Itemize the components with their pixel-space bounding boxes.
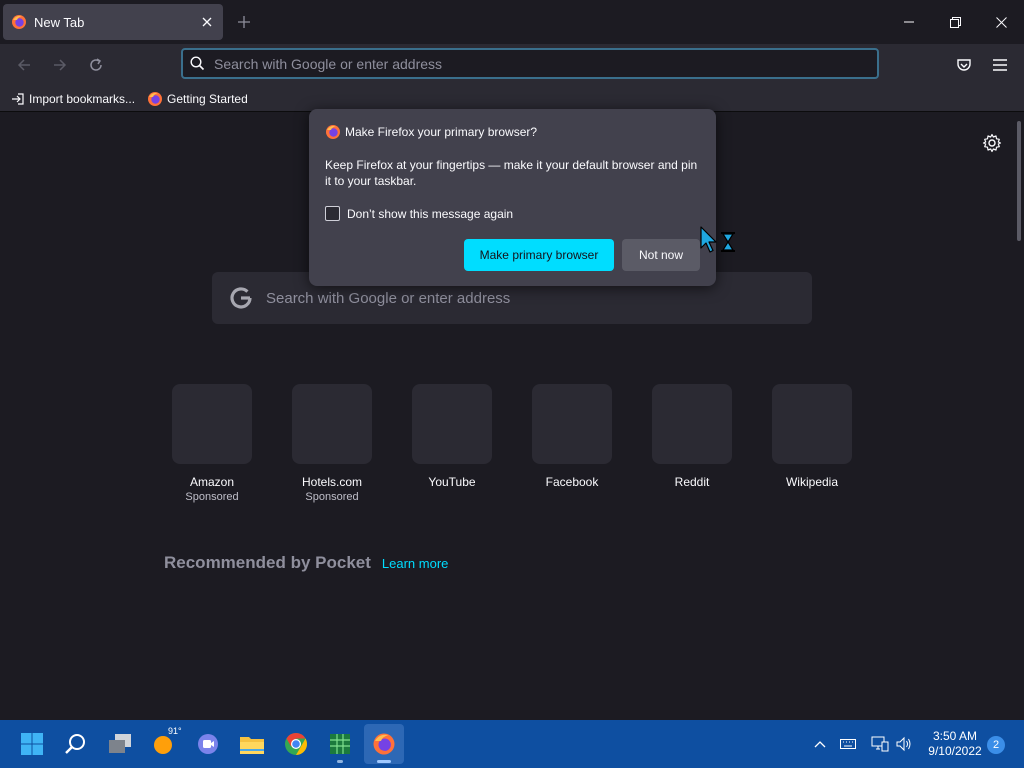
chrome-button[interactable] <box>276 724 316 764</box>
shortcut-tile[interactable] <box>292 384 372 464</box>
reload-icon[interactable] <box>81 50 111 80</box>
weather-temperature: 91° <box>168 726 182 736</box>
busy-cursor-icon <box>699 226 739 256</box>
chevron-up-icon[interactable] <box>810 734 830 754</box>
notification-badge[interactable]: 2 <box>987 736 1005 754</box>
not-now-button[interactable]: Not now <box>622 239 700 271</box>
minimize-icon[interactable] <box>886 4 932 40</box>
file-explorer-button[interactable] <box>232 724 272 764</box>
close-window-icon[interactable] <box>978 4 1024 40</box>
windows-taskbar: 91° 3:50 AM 9/10/2022 2 <box>0 720 1024 768</box>
back-arrow-icon[interactable] <box>9 50 39 80</box>
active-indicator <box>377 760 391 763</box>
menu-hamburger-icon[interactable] <box>985 50 1015 80</box>
system-clock[interactable]: 3:50 AM 9/10/2022 <box>922 729 988 759</box>
address-input[interactable] <box>214 55 814 72</box>
shortcut-name: Facebook <box>545 475 599 489</box>
close-tab-icon[interactable] <box>195 10 219 34</box>
default-browser-dialog: Make Firefox your primary browser? Keep … <box>309 109 716 286</box>
clock-date: 9/10/2022 <box>928 744 982 758</box>
pocket-icon[interactable] <box>949 50 979 80</box>
shortcut-tile[interactable] <box>652 384 732 464</box>
network-icon[interactable] <box>870 734 890 754</box>
bookmark-import[interactable]: Import bookmarks... <box>11 92 135 106</box>
firefox-icon <box>147 91 163 107</box>
dont-show-checkbox[interactable] <box>325 206 340 221</box>
shortcut-name: Reddit <box>674 475 710 489</box>
restore-icon[interactable] <box>932 4 978 40</box>
shortcut-facebook[interactable]: Facebook <box>532 384 612 489</box>
shortcut-name: Amazon <box>189 475 235 489</box>
shortcut-hotels[interactable]: Hotels.com Sponsored <box>292 384 372 503</box>
spreadsheet-app-button[interactable] <box>320 724 360 764</box>
bookmark-label: Import bookmarks... <box>29 91 136 106</box>
search-icon <box>190 56 205 71</box>
title-bar: New Tab <box>0 0 1024 44</box>
gear-icon[interactable] <box>982 133 1004 155</box>
checkbox-label[interactable]: Don’t show this message again <box>347 207 513 221</box>
navigation-toolbar <box>0 44 1024 86</box>
weather-widget[interactable]: 91° <box>144 724 184 764</box>
address-bar[interactable] <box>181 48 879 79</box>
sponsored-label: Sponsored <box>305 491 359 503</box>
volume-icon[interactable] <box>894 734 914 754</box>
pocket-heading: Recommended by Pocket <box>164 553 371 572</box>
dialog-body: Keep Firefox at your fingertips — make i… <box>325 158 698 188</box>
shortcut-tile[interactable] <box>532 384 612 464</box>
shortcut-amazon[interactable]: Amazon Sponsored <box>172 384 252 503</box>
tab-new-tab[interactable]: New Tab <box>3 4 223 40</box>
shortcut-name: Wikipedia <box>785 475 839 489</box>
shortcut-wikipedia[interactable]: Wikipedia <box>772 384 852 489</box>
bookmark-label: Getting Started <box>167 91 248 106</box>
shortcut-name: Hotels.com <box>301 475 363 489</box>
running-indicator <box>337 760 343 763</box>
make-primary-browser-button[interactable]: Make primary browser <box>464 239 614 271</box>
teams-chat-button[interactable] <box>188 724 228 764</box>
bookmark-getting-started[interactable]: Getting Started <box>147 91 248 107</box>
keyboard-icon[interactable] <box>838 734 858 754</box>
import-icon <box>11 92 25 106</box>
pocket-section-header: Recommended by Pocket Learn more <box>164 553 448 573</box>
new-tab-plus-icon[interactable] <box>232 10 256 34</box>
scrollbar[interactable] <box>1017 121 1021 241</box>
tab-title: New Tab <box>34 14 85 30</box>
sponsored-label: Sponsored <box>185 491 239 503</box>
learn-more-link[interactable]: Learn more <box>382 556 448 571</box>
start-button[interactable] <box>12 724 52 764</box>
google-icon <box>228 285 254 311</box>
firefox-taskbar-button[interactable] <box>364 724 404 764</box>
task-view-button[interactable] <box>100 724 140 764</box>
shortcut-youtube[interactable]: YouTube <box>412 384 492 489</box>
shortcut-name: YouTube <box>428 475 476 489</box>
shortcut-tile[interactable] <box>172 384 252 464</box>
firefox-icon <box>11 14 27 30</box>
dialog-title: Make Firefox your primary browser? <box>345 125 538 139</box>
shortcut-tile[interactable] <box>772 384 852 464</box>
forward-arrow-icon[interactable] <box>45 50 75 80</box>
shortcut-tile[interactable] <box>412 384 492 464</box>
search-button[interactable] <box>56 724 96 764</box>
search-placeholder: Search with Google or enter address <box>266 289 511 307</box>
clock-time: 3:50 AM <box>932 729 978 743</box>
shortcut-reddit[interactable]: Reddit <box>652 384 732 489</box>
firefox-icon <box>325 124 341 140</box>
